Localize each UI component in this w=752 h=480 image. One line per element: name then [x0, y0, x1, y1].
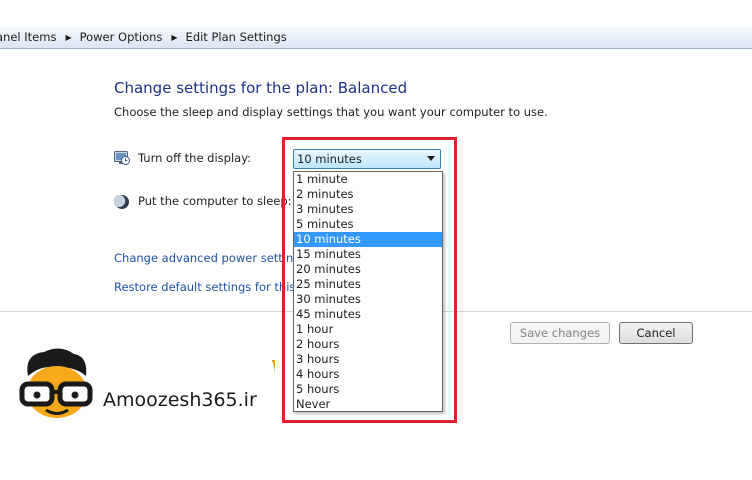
- cancel-button[interactable]: Cancel: [619, 322, 693, 344]
- mascot-logo-icon: [19, 348, 93, 418]
- moon-icon: [114, 195, 129, 209]
- highlight-frame: [282, 137, 457, 423]
- breadcrumb-item-edit-plan-settings[interactable]: Edit Plan Settings: [186, 30, 287, 44]
- triangle-right-icon[interactable]: ▶: [65, 33, 71, 42]
- save-changes-button[interactable]: Save changes: [510, 322, 610, 344]
- brand-logo-persian-text: آمـوزش ۳۶۵: [272, 352, 275, 384]
- breadcrumb-item-panel-items[interactable]: anel Items: [0, 30, 56, 44]
- display-setting-label: Turn off the display:: [138, 151, 252, 165]
- change-advanced-settings-link[interactable]: Change advanced power settings: [114, 251, 307, 265]
- monitor-clock-icon: [114, 151, 130, 165]
- svg-text:آمـوزش ۳۶۵: آمـوزش ۳۶۵: [272, 352, 275, 383]
- page-title: Change settings for the plan: Balanced: [114, 79, 408, 97]
- page-description: Choose the sleep and display settings th…: [114, 105, 548, 119]
- brand-site-name: Amoozesh365.ir: [103, 389, 257, 411]
- breadcrumb-item-power-options[interactable]: Power Options: [80, 30, 163, 44]
- breadcrumb: anel Items ▶ Power Options ▶ Edit Plan S…: [0, 26, 752, 49]
- triangle-right-icon[interactable]: ▶: [171, 33, 177, 42]
- sleep-setting-label: Put the computer to sleep:: [138, 194, 292, 208]
